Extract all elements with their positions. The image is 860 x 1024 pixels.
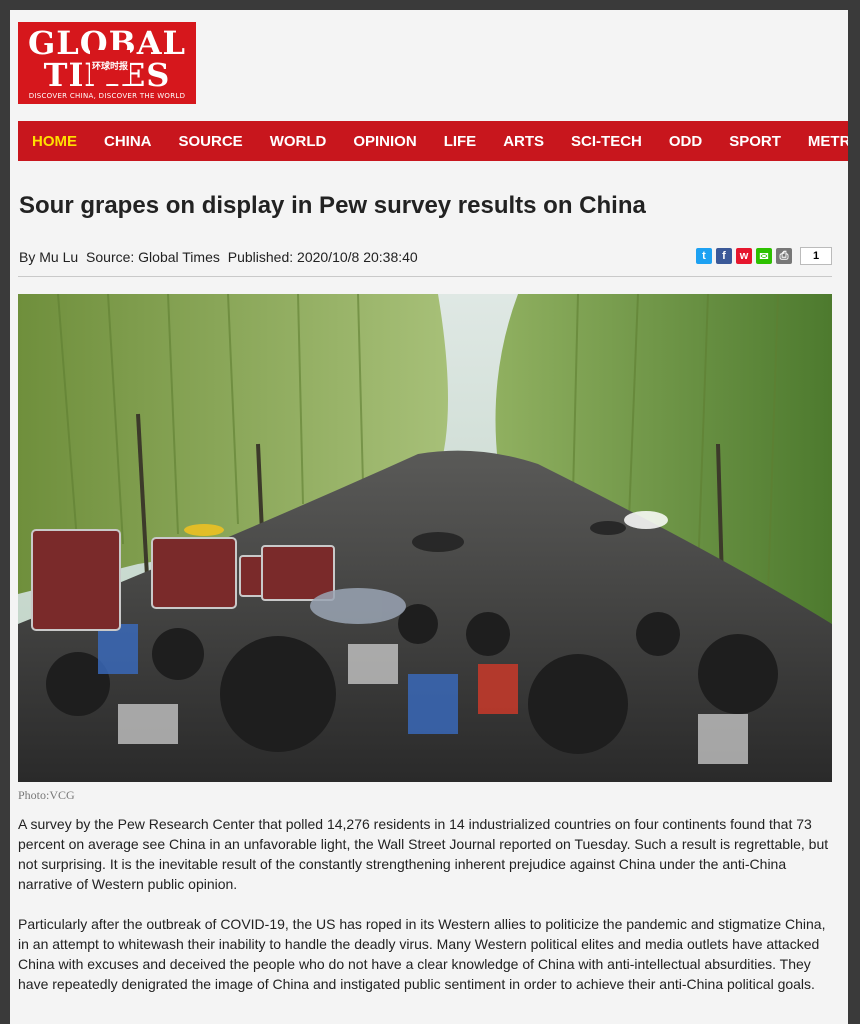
- nav-source[interactable]: SOURCE: [179, 133, 243, 150]
- nav-opinion[interactable]: OPINION: [353, 133, 416, 150]
- facebook-icon[interactable]: f: [716, 248, 732, 264]
- nav-china[interactable]: CHINA: [104, 133, 152, 150]
- byline-author: By Mu Lu: [19, 249, 79, 265]
- share-count: 1: [800, 247, 832, 265]
- nav-home[interactable]: HOME: [32, 133, 77, 150]
- twitter-icon[interactable]: t: [696, 248, 712, 264]
- article-photo: [18, 294, 832, 782]
- nav-odd[interactable]: ODD: [669, 133, 702, 150]
- photo-caption: Photo:VCG: [18, 788, 75, 802]
- logo-chinese: 环球时报: [90, 50, 131, 84]
- nav-sport[interactable]: SPORT: [729, 133, 781, 150]
- article-byline: By Mu Lu Source: Global Times Published:…: [19, 249, 422, 265]
- nav-sci-tech[interactable]: SCI-TECH: [571, 133, 642, 150]
- article-paragraph: Particularly after the outbreak of COVID…: [18, 916, 826, 992]
- article-title: Sour grapes on display in Pew survey res…: [19, 192, 646, 219]
- print-icon[interactable]: ⎙: [776, 248, 792, 264]
- global-times-logo[interactable]: GLOBAL 环球时报 TIMES DISCOVER CHINA, DISCOV…: [18, 22, 196, 104]
- nav-metro[interactable]: METRO: [808, 133, 848, 150]
- logo-line2: 环球时报 TIMES: [18, 50, 196, 92]
- divider: [18, 276, 832, 277]
- weibo-icon[interactable]: w: [736, 248, 752, 264]
- share-bar: t f w ✉ ⎙ 1: [696, 247, 832, 265]
- nav-life[interactable]: LIFE: [444, 133, 477, 150]
- nav-world[interactable]: WORLD: [270, 133, 327, 150]
- nav-arts[interactable]: ARTS: [503, 133, 544, 150]
- byline-published: Published: 2020/10/8 20:38:40: [227, 249, 418, 265]
- page-frame: GLOBAL 环球时报 TIMES DISCOVER CHINA, DISCOV…: [10, 10, 848, 1024]
- main-nav: HOME CHINA SOURCE WORLD OPINION LIFE ART…: [18, 121, 848, 161]
- wechat-icon[interactable]: ✉: [756, 248, 772, 264]
- article-paragraph: A survey by the Pew Research Center that…: [18, 816, 829, 892]
- byline-source: Source: Global Times: [86, 249, 220, 265]
